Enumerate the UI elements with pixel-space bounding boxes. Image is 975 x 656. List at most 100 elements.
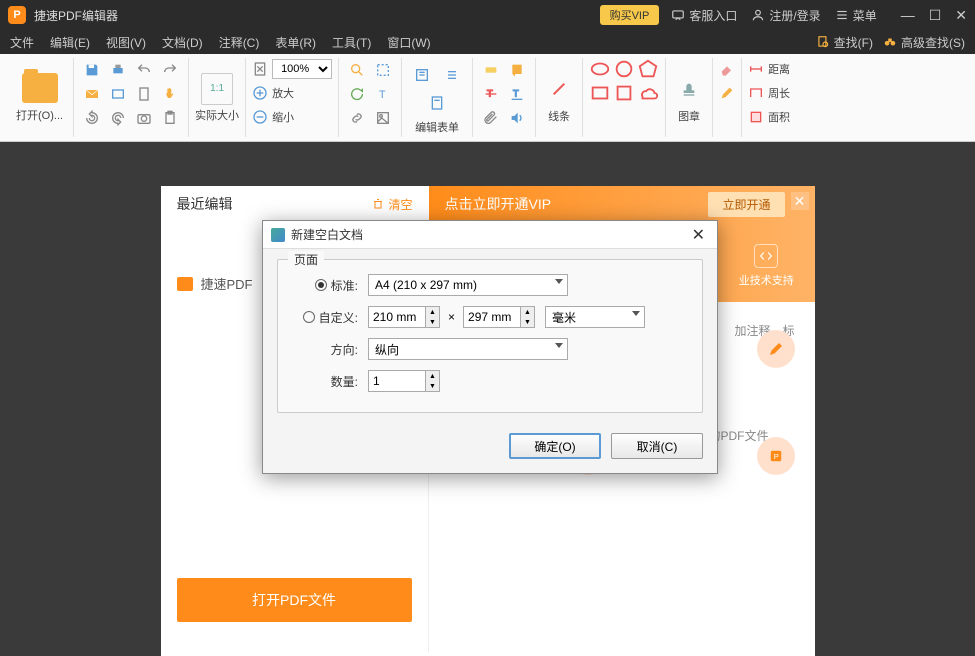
menu-edit[interactable]: 编辑(E)	[50, 34, 90, 51]
redo-button[interactable]	[158, 58, 182, 82]
menu-view[interactable]: 视图(V)	[106, 34, 146, 51]
audio-button[interactable]	[505, 106, 529, 130]
custom-radio[interactable]	[303, 311, 315, 323]
hand-button[interactable]	[158, 82, 182, 106]
undo-icon	[136, 62, 152, 78]
rotate-left-button[interactable]	[80, 106, 104, 130]
svg-text:T: T	[513, 89, 519, 99]
save-button[interactable]	[80, 58, 104, 82]
select-text-button[interactable]	[371, 58, 395, 82]
zoom-out-button[interactable]: 缩小	[252, 106, 332, 128]
maximize-button[interactable]: ☐	[929, 7, 942, 24]
line-tool-button[interactable]	[542, 72, 576, 106]
image-button[interactable]	[371, 106, 395, 130]
text-tool-button[interactable]: T	[371, 82, 395, 106]
menu-form[interactable]: 表单(R)	[275, 34, 316, 51]
standard-radio[interactable]	[315, 279, 327, 291]
banner-close-button[interactable]: ✕	[791, 192, 809, 210]
strikeout-icon: T	[483, 86, 499, 102]
edit-form-button[interactable]	[423, 89, 451, 117]
shape-cloud-button[interactable]	[637, 82, 659, 104]
open-pdf-button[interactable]: 打开PDF文件	[177, 578, 412, 622]
quantity-input[interactable]: 1 ▲▼	[368, 370, 440, 392]
height-input[interactable]: 297 mm ▲▼	[463, 306, 535, 328]
stamp-button[interactable]	[672, 72, 706, 106]
distance-button[interactable]: 距离	[748, 58, 790, 80]
print-button[interactable]	[106, 58, 130, 82]
spin-down-button[interactable]: ▼	[425, 381, 439, 391]
vip-subscribe-button[interactable]: 立即开通	[708, 192, 784, 217]
underline-icon: T	[509, 86, 525, 102]
actual-size-button[interactable]: 1:1	[201, 73, 233, 105]
hamburger-menu-button[interactable]: 菜单	[835, 7, 877, 24]
undo-button[interactable]	[132, 58, 156, 82]
clear-recent-button[interactable]: 清空	[372, 196, 412, 213]
chevron-down-icon	[555, 343, 563, 348]
toolbar: 打开(O)... 1:1 实际大小 100%	[0, 54, 975, 142]
svg-text:T: T	[379, 89, 386, 101]
dialog-close-button[interactable]: ✕	[688, 225, 709, 245]
trash-icon	[372, 198, 384, 210]
advanced-find-button[interactable]: 高级查找(S)	[883, 34, 965, 51]
snapshot-button[interactable]	[132, 106, 156, 130]
orientation-select[interactable]: 纵向	[368, 338, 568, 360]
menu-window[interactable]: 窗口(W)	[387, 34, 430, 51]
spin-up-button[interactable]: ▲	[425, 307, 439, 317]
form-icon	[429, 95, 445, 111]
form-text-icon	[414, 67, 430, 83]
unit-select[interactable]: 毫米	[545, 306, 645, 328]
menu-tools[interactable]: 工具(T)	[332, 34, 371, 51]
cancel-button[interactable]: 取消(C)	[611, 433, 703, 459]
perimeter-button[interactable]: 周长	[748, 82, 790, 104]
open-file-button[interactable]: 打开(O)...	[6, 58, 74, 137]
minimize-button[interactable]: —	[901, 7, 915, 24]
circle-icon	[613, 58, 635, 80]
customer-service-button[interactable]: 客服入口	[671, 7, 737, 24]
login-button[interactable]: 注册/登录	[751, 7, 820, 24]
fit-page-icon[interactable]	[252, 61, 268, 77]
close-button[interactable]: ✕	[955, 7, 967, 24]
rotate-right-button[interactable]	[106, 106, 130, 130]
shape-circle-button[interactable]	[613, 58, 635, 80]
area-button[interactable]: 面积	[748, 106, 790, 128]
spin-up-button[interactable]: ▲	[425, 371, 439, 381]
dialog-titlebar[interactable]: 新建空白文档 ✕	[263, 221, 717, 249]
pencil-button[interactable]	[719, 82, 735, 104]
refresh-icon	[349, 86, 365, 102]
stamp-icon	[681, 81, 697, 97]
form-text-button[interactable]	[408, 61, 436, 89]
rotate-right-icon	[110, 110, 126, 126]
shape-oval-button[interactable]	[589, 58, 611, 80]
find-button[interactable]: 查找(F)	[816, 34, 873, 51]
refresh-button[interactable]	[345, 82, 369, 106]
menu-comment[interactable]: 注释(C)	[219, 34, 260, 51]
clipboard-button[interactable]	[158, 106, 182, 130]
email-button[interactable]	[80, 82, 104, 106]
buy-vip-button[interactable]: 购买VIP	[600, 5, 660, 25]
zoom-in-button[interactable]: 放大	[252, 82, 332, 104]
note-button[interactable]	[505, 58, 529, 82]
shape-rect-button[interactable]	[589, 82, 611, 104]
doc-button[interactable]	[132, 82, 156, 106]
spin-down-button[interactable]: ▼	[520, 317, 534, 327]
attach-button[interactable]	[479, 106, 503, 130]
underline-button[interactable]: T	[505, 82, 529, 106]
spin-down-button[interactable]: ▼	[425, 317, 439, 327]
menu-file[interactable]: 文件	[10, 34, 34, 51]
menu-document[interactable]: 文档(D)	[162, 34, 203, 51]
eraser-button[interactable]	[719, 58, 735, 80]
shape-square-button[interactable]	[613, 82, 635, 104]
strikeout-button[interactable]: T	[479, 82, 503, 106]
marquee-zoom-button[interactable]	[345, 58, 369, 82]
scan-button[interactable]	[106, 82, 130, 106]
width-input[interactable]: 210 mm ▲▼	[368, 306, 440, 328]
print-icon	[110, 62, 126, 78]
shape-polygon-button[interactable]	[637, 58, 659, 80]
highlight-button[interactable]	[479, 58, 503, 82]
form-list-button[interactable]	[438, 61, 466, 89]
link-button[interactable]	[345, 106, 369, 130]
zoom-select[interactable]: 100%	[272, 59, 332, 79]
spin-up-button[interactable]: ▲	[520, 307, 534, 317]
ok-button[interactable]: 确定(O)	[509, 433, 601, 459]
standard-size-select[interactable]: A4 (210 x 297 mm)	[368, 274, 568, 296]
